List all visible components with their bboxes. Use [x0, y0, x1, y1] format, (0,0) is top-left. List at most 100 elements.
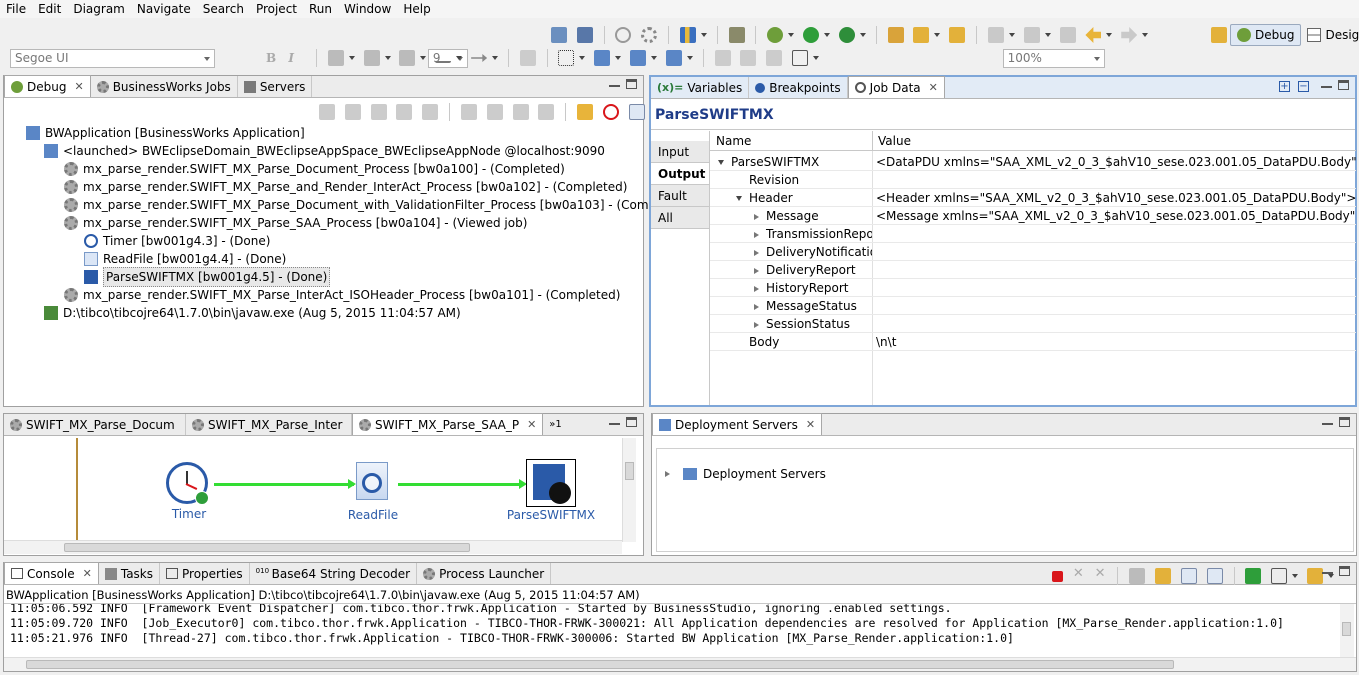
- menu-project[interactable]: Project: [250, 2, 303, 16]
- chevron-right-icon[interactable]: [754, 213, 759, 220]
- line-color-icon[interactable]: [399, 50, 416, 66]
- annotation-icon[interactable]: [987, 27, 1004, 43]
- bw-deploy-icon[interactable]: [576, 27, 593, 43]
- new-project-icon[interactable]: [887, 27, 904, 43]
- chevron-down-icon[interactable]: [736, 196, 742, 201]
- console-output[interactable]: 11:05:06.592 INFO [Framework Event Dispa…: [4, 603, 1356, 657]
- font-family-combo[interactable]: Segoe UI: [10, 49, 215, 68]
- tab-job-data[interactable]: Job Data ✕: [847, 76, 945, 98]
- minimize-icon[interactable]: [609, 419, 620, 425]
- table-row[interactable]: MessageStatus: [710, 297, 1356, 315]
- tree-item[interactable]: mx_parse_render.SWIFT_MX_Parse_InterAct_…: [64, 286, 620, 304]
- table-row[interactable]: Revision: [710, 171, 1356, 189]
- expand-all-icon[interactable]: +: [1279, 81, 1290, 92]
- table-row[interactable]: HistoryReport: [710, 279, 1356, 297]
- line-style-icon[interactable]: [435, 54, 452, 63]
- remove-launch-icon[interactable]: ✕: [1073, 567, 1085, 584]
- table-row[interactable]: SessionStatus: [710, 315, 1356, 333]
- tab-process-launcher[interactable]: Process Launcher: [417, 563, 552, 584]
- minimize-icon[interactable]: [1322, 419, 1333, 425]
- step-into-icon[interactable]: [460, 104, 477, 120]
- close-icon[interactable]: ✕: [74, 80, 83, 93]
- menu-window[interactable]: Window: [338, 2, 397, 16]
- readfile-icon[interactable]: [356, 462, 388, 500]
- tab-process-3[interactable]: SWIFT_MX_Parse_SAA_P ✕: [352, 413, 544, 435]
- chevron-right-icon[interactable]: [754, 321, 759, 328]
- tree-item[interactable]: D:\tibco\tibcojre64\1.7.0\bin\javaw.exe …: [44, 304, 461, 322]
- tree-item-deployment-servers[interactable]: Deployment Servers: [665, 465, 826, 483]
- display-console-icon[interactable]: [1271, 568, 1288, 584]
- tab-process-2[interactable]: SWIFT_MX_Parse_Inter: [186, 414, 352, 435]
- close-icon[interactable]: ✕: [806, 418, 815, 431]
- process-canvas[interactable]: Timer ReadFile ParseSWIFTMX: [4, 438, 622, 542]
- tab-console[interactable]: Console ✕: [4, 562, 99, 584]
- tab-servers[interactable]: Servers: [238, 76, 313, 97]
- tab-process-1[interactable]: SWIFT_MX_Parse_Docum: [4, 414, 186, 435]
- minimize-icon[interactable]: [1322, 568, 1333, 574]
- layout-icon[interactable]: [792, 50, 809, 66]
- perspective-debug[interactable]: Debug: [1230, 24, 1302, 46]
- table-row[interactable]: ParseSWIFTMX <DataPDU xmlns="SAA_XML_v2_0…: [710, 153, 1356, 171]
- skip-breakpoints-icon[interactable]: [602, 104, 619, 120]
- connector-icon[interactable]: [766, 50, 783, 66]
- open-folder-icon[interactable]: [949, 27, 966, 43]
- tree-item[interactable]: ReadFile [bw001g4.4] - (Done): [84, 250, 286, 268]
- step-return-icon[interactable]: [512, 104, 529, 120]
- distribute-icon[interactable]: [665, 50, 682, 66]
- tab-breakpoints[interactable]: Breakpoints: [749, 77, 848, 98]
- gear-icon[interactable]: [641, 27, 658, 43]
- side-tab-output[interactable]: Output: [651, 163, 709, 185]
- font-color-icon[interactable]: [327, 50, 344, 66]
- timer-icon[interactable]: [166, 462, 209, 505]
- clear-console-icon[interactable]: [1129, 568, 1146, 584]
- zoom-combo[interactable]: 100%: [1002, 49, 1105, 68]
- tab-deployment-servers[interactable]: Deployment Servers ✕: [652, 413, 823, 435]
- chevron-right-icon[interactable]: [754, 285, 759, 292]
- open-perspective-icon[interactable]: [1211, 27, 1227, 43]
- autosize-icon[interactable]: [714, 50, 731, 66]
- maximize-icon[interactable]: [626, 79, 637, 89]
- tree-item[interactable]: <launched> BWEclipseDomain_BWEclipseAppS…: [44, 142, 605, 160]
- open-console-icon[interactable]: [1307, 568, 1324, 584]
- brush-icon[interactable]: [913, 27, 930, 43]
- tree-item[interactable]: ParseSWIFTMX [bw001g4.5] - (Done): [84, 267, 331, 287]
- table-row[interactable]: Body \n\t: [710, 333, 1356, 351]
- view-menu-icon[interactable]: [628, 104, 645, 120]
- tree-item[interactable]: Timer [bw001g4.3] - (Done): [84, 232, 270, 250]
- tree-item[interactable]: mx_parse_render.SWIFT_MX_Parse_SAA_Proce…: [64, 214, 527, 232]
- italic-icon[interactable]: I: [284, 51, 298, 65]
- remove-all-icon[interactable]: ✕: [1095, 567, 1107, 584]
- next-annotation-icon[interactable]: [1023, 27, 1040, 43]
- refresh-icon[interactable]: [615, 27, 632, 43]
- horizontal-scrollbar[interactable]: [4, 657, 1356, 671]
- show-on-output-icon[interactable]: [1206, 568, 1223, 584]
- tab-variables[interactable]: (x)= Variables: [651, 77, 750, 98]
- drop-to-frame-icon[interactable]: [538, 104, 555, 120]
- tools-icon[interactable]: [728, 27, 745, 43]
- menu-diagram[interactable]: Diagram: [67, 2, 131, 16]
- last-edit-icon[interactable]: [1059, 27, 1076, 43]
- menu-edit[interactable]: Edit: [32, 2, 67, 16]
- vertical-scrollbar[interactable]: [1340, 604, 1354, 657]
- debug-bug-icon[interactable]: [767, 27, 784, 43]
- horizontal-scrollbar[interactable]: [4, 540, 622, 554]
- select-icon[interactable]: [558, 50, 575, 66]
- menu-help[interactable]: Help: [397, 2, 436, 16]
- table-row[interactable]: Header <Header xmlns="SAA_XML_v2_0_3_$ahV…: [710, 189, 1356, 207]
- resume-icon[interactable]: [344, 104, 361, 120]
- collapse-all-icon[interactable]: −: [1298, 81, 1309, 92]
- step-over-icon[interactable]: [486, 104, 503, 120]
- use-step-filters-icon[interactable]: [577, 104, 594, 120]
- chevron-right-icon[interactable]: [754, 303, 759, 310]
- side-tab-fault[interactable]: Fault: [651, 185, 709, 207]
- transition-timer-readfile[interactable]: [214, 483, 354, 486]
- maximize-icon[interactable]: [626, 417, 637, 427]
- vertical-scrollbar[interactable]: [622, 438, 636, 542]
- perspective-design[interactable]: Design: [1301, 24, 1359, 46]
- disconnect-icon[interactable]: [422, 104, 439, 120]
- chevron-right-icon[interactable]: [754, 231, 759, 238]
- bw-server-icon[interactable]: [551, 27, 567, 43]
- arrow-style-icon[interactable]: [471, 54, 488, 62]
- chevron-down-icon[interactable]: [718, 160, 724, 165]
- route-icon[interactable]: [740, 50, 757, 66]
